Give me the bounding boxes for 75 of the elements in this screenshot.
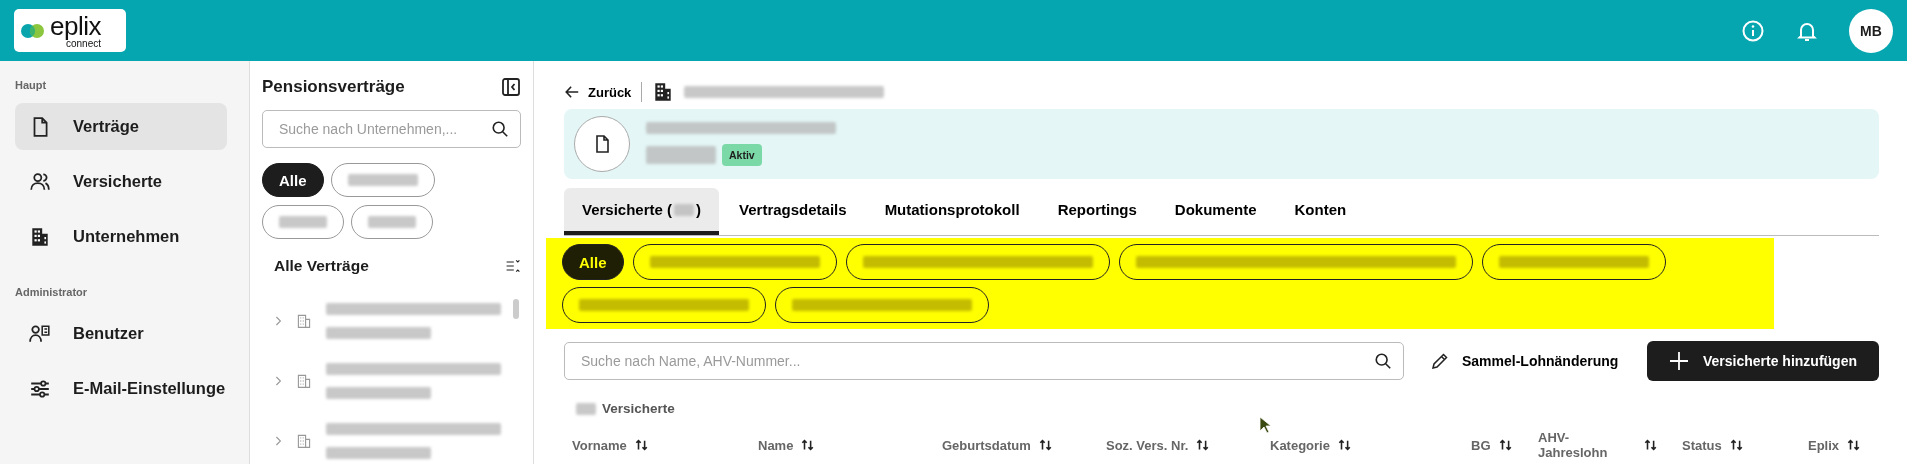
insured-count-label: Versicherte (602, 401, 675, 416)
nav-item[interactable]: Benutzer (15, 310, 227, 357)
search-icon (491, 120, 509, 138)
chevron-right-icon (274, 374, 282, 388)
user-list-icon (29, 322, 51, 345)
building-icon (296, 373, 312, 389)
column-header[interactable]: AHV-Jahreslohn (1538, 430, 1682, 460)
plus-icon (1668, 351, 1689, 371)
building-icon (29, 225, 51, 248)
logo-name: eplix (50, 12, 101, 39)
status-badge: Aktiv (722, 144, 762, 166)
sort-icon[interactable] (1196, 438, 1211, 452)
building-icon (296, 313, 312, 329)
list-title: Alle Verträge (274, 257, 369, 275)
column-header[interactable]: BG (1471, 430, 1538, 460)
info-icon[interactable] (1741, 18, 1765, 43)
blurred-text (347, 174, 418, 186)
section-title: Administrator (15, 286, 89, 298)
nav-item[interactable]: Unternehmen (15, 213, 227, 260)
nav-item[interactable]: Verträge (15, 103, 227, 150)
nav-item[interactable]: E-Mail-Einstellunge (15, 365, 227, 412)
back-link[interactable]: Zurück (564, 84, 632, 100)
chevron-right-icon (274, 434, 282, 448)
chevron-right-icon (274, 314, 282, 328)
column-header[interactable]: Name (758, 430, 942, 460)
category-chip[interactable]: Alle (562, 244, 624, 280)
blurred-text (576, 402, 596, 415)
sort-icon[interactable] (1038, 438, 1053, 452)
filter-chip[interactable] (330, 163, 435, 197)
panel-title: Pensionsverträge (262, 77, 405, 97)
sort-icon[interactable] (1847, 438, 1862, 452)
users-icon (29, 170, 51, 193)
sort-icon[interactable] (1729, 438, 1744, 452)
column-header[interactable]: Kategorie (1270, 430, 1471, 460)
column-header[interactable]: Geburtsdatum (942, 430, 1106, 460)
arrow-left-icon (564, 84, 580, 100)
column-header[interactable]: Soz. Vers. Nr. (1106, 430, 1270, 460)
company-search-field[interactable]: Suche nach Unternehmen,... (262, 110, 521, 148)
sort-icon[interactable] (1644, 438, 1658, 452)
blurred-text (646, 146, 716, 164)
mouse-cursor-icon (1259, 416, 1271, 434)
blurred-text (368, 216, 416, 228)
tab[interactable]: Mutationsprotokoll (866, 188, 1038, 235)
scrollbar[interactable] (513, 299, 519, 319)
tab[interactable]: Reportings (1039, 188, 1155, 235)
tab[interactable]: Dokumente (1156, 188, 1275, 235)
tab[interactable]: Konten (1276, 188, 1365, 235)
building-icon (296, 433, 312, 449)
tab[interactable]: Versicherte ( ) (564, 188, 720, 235)
add-insured-button[interactable]: Versicherte hinzufügen (1646, 341, 1879, 381)
insured-search-field[interactable]: Suche nach Name, AHV-Nummer... (564, 342, 1404, 380)
section-title: Haupt (15, 79, 48, 91)
logo-mark-icon (20, 21, 46, 40)
filter-chip[interactable] (262, 205, 344, 239)
sort-icon[interactable] (1337, 438, 1352, 452)
collapse-panel-icon[interactable] (501, 77, 521, 97)
blurred-text (674, 203, 695, 216)
filter-chip[interactable] (351, 205, 433, 239)
pencil-icon (1430, 351, 1450, 371)
search-icon (1374, 352, 1392, 370)
column-header[interactable]: Vorname (572, 430, 758, 460)
sort-icon[interactable] (801, 438, 816, 452)
sort-icon[interactable] (1498, 438, 1513, 452)
collapse-all-icon[interactable] (505, 258, 521, 274)
column-header[interactable]: Status (1682, 430, 1808, 460)
sliders-icon (29, 377, 51, 400)
tab[interactable]: Vertragsdetails (721, 188, 865, 235)
nav-item[interactable]: Versicherte (15, 158, 227, 205)
sort-icon[interactable] (634, 438, 649, 452)
column-header[interactable]: Eplix (1808, 430, 1888, 460)
logo[interactable]: eplix connect (14, 9, 126, 52)
filter-chip[interactable]: Alle (262, 163, 324, 197)
user-avatar[interactable]: MB (1849, 8, 1893, 53)
blurred-text (279, 216, 327, 228)
bulk-salary-button[interactable]: Sammel-Lohnänderung (1430, 351, 1619, 371)
